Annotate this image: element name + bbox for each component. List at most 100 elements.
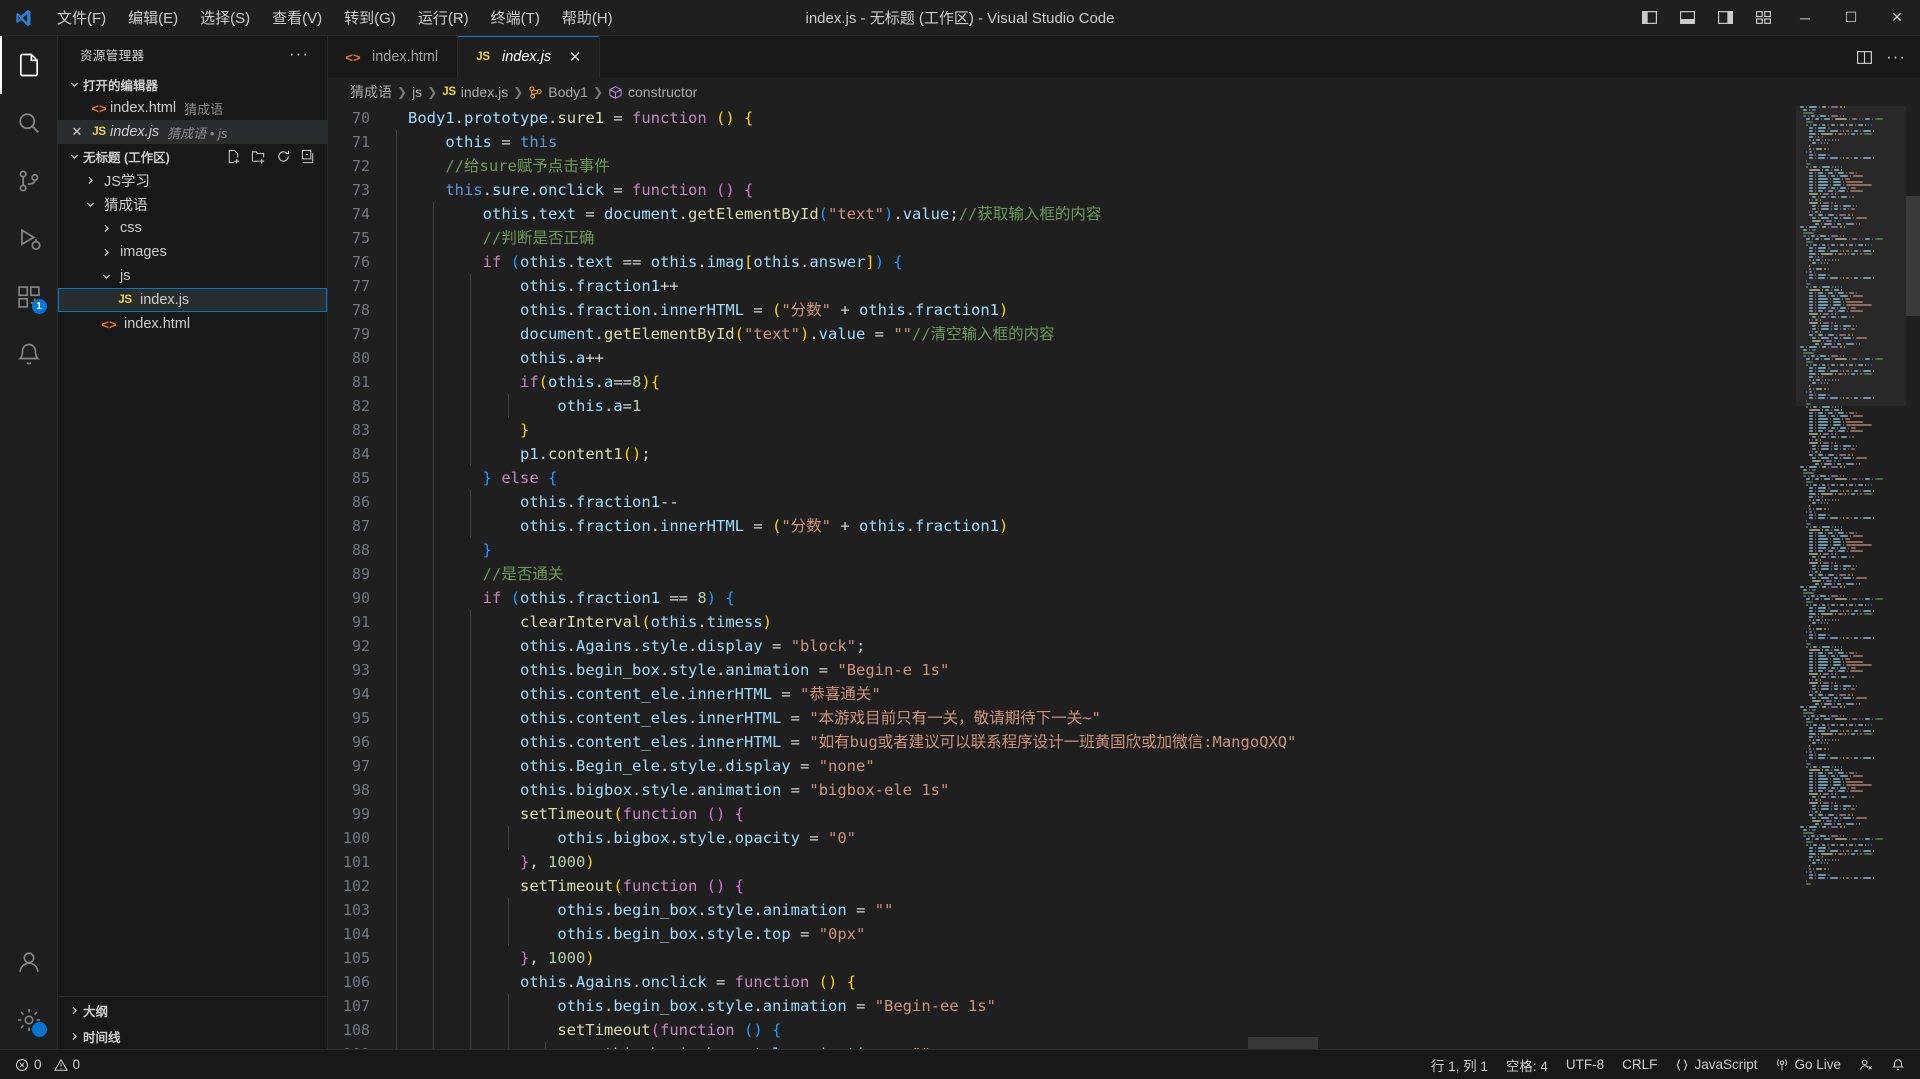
status-notifications[interactable] xyxy=(1882,1050,1914,1079)
tree-file-index-js[interactable]: JS index.js xyxy=(58,288,327,312)
line-content[interactable]: //判断是否正确 xyxy=(396,226,1920,250)
line-content[interactable]: setTimeout(function () { xyxy=(396,802,1920,826)
activity-bell[interactable] xyxy=(0,326,58,384)
code-line[interactable]: 100 othis.bigbox.style.opacity = "0" xyxy=(328,826,1920,850)
line-content[interactable]: othis.begin_box.style.animation = "Begin… xyxy=(396,994,1920,1018)
code-line[interactable]: 83 } xyxy=(328,418,1920,442)
line-content[interactable]: othis.Agains.style.display = "block"; xyxy=(396,634,1920,658)
toggle-secondary-sidebar-icon[interactable] xyxy=(1706,0,1744,35)
line-content[interactable]: }, 1000) xyxy=(396,946,1920,970)
line-content[interactable]: p1.content1(); xyxy=(396,442,1920,466)
line-content[interactable]: othis.fraction.innerHTML = ("分数" + othis… xyxy=(396,298,1920,322)
line-content[interactable]: document.getElementById("text").value = … xyxy=(396,322,1920,346)
new-file-icon[interactable] xyxy=(222,145,244,167)
breadcrumb-item-project[interactable]: 猜成语 xyxy=(350,82,392,102)
code-line[interactable]: 104 othis.begin_box.style.top = "0px" xyxy=(328,922,1920,946)
vertical-scrollbar-thumb[interactable] xyxy=(1906,196,1920,316)
collapse-all-icon[interactable] xyxy=(297,145,319,167)
tab-index-js[interactable]: JS index.js ✕ xyxy=(458,36,601,78)
code-line[interactable]: 106 othis.Agains.onclick = function () { xyxy=(328,970,1920,994)
section-timeline[interactable]: 时间线 xyxy=(58,1023,327,1049)
line-content[interactable]: } else { xyxy=(396,466,1920,490)
line-content[interactable]: othis.bigbox.style.opacity = "0" xyxy=(396,826,1920,850)
tree-folder-images[interactable]: images xyxy=(58,240,327,264)
open-editor-index-js[interactable]: ✕ JS index.js 猜成语 • js xyxy=(58,120,327,144)
code-line[interactable]: 91 clearInterval(othis.timess) xyxy=(328,610,1920,634)
status-remote-window[interactable] xyxy=(1850,1050,1882,1079)
menu-item-2[interactable]: 选择(S) xyxy=(189,0,261,35)
line-content[interactable]: othis.begin_box.style.animation = "Begin… xyxy=(396,658,1920,682)
horizontal-scrollbar-thumb[interactable] xyxy=(1248,1037,1318,1049)
line-content[interactable]: //是否通关 xyxy=(396,562,1920,586)
code-line[interactable]: 95 othis.content_eles.innerHTML = "本游戏目前… xyxy=(328,706,1920,730)
menu-bar[interactable]: 文件(F) 编辑(E) 选择(S) 查看(V) 转到(G) 运行(R) 终端(T) 帮助(H) xyxy=(46,0,624,35)
tree-file-index-html[interactable]: <> index.html xyxy=(58,312,327,336)
code-line[interactable]: 89 //是否通关 xyxy=(328,562,1920,586)
code-lines[interactable]: 70 Body1.prototype.sure1 = function () {7… xyxy=(328,106,1920,1049)
customize-layout-icon[interactable] xyxy=(1744,0,1782,35)
menu-item-3[interactable]: 查看(V) xyxy=(261,0,333,35)
code-line[interactable]: 84 p1.content1(); xyxy=(328,442,1920,466)
code-scroll-area[interactable]: 70 Body1.prototype.sure1 = function () {7… xyxy=(328,106,1920,1049)
code-line[interactable]: 74 othis.text = document.getElementById(… xyxy=(328,202,1920,226)
line-content[interactable]: othis.fraction.innerHTML = ("分数" + othis… xyxy=(396,514,1920,538)
activity-search[interactable] xyxy=(0,94,58,152)
activity-settings[interactable] xyxy=(0,991,58,1049)
new-folder-icon[interactable] xyxy=(247,145,269,167)
activity-extensions[interactable]: 1 xyxy=(0,268,58,326)
code-line[interactable]: 88 } xyxy=(328,538,1920,562)
code-line[interactable]: 78 othis.fraction.innerHTML = ("分数" + ot… xyxy=(328,298,1920,322)
breadcrumb-item-file[interactable]: JS index.js xyxy=(442,84,508,100)
status-encoding[interactable]: UTF-8 xyxy=(1557,1050,1613,1079)
code-line[interactable]: 94 othis.content_ele.innerHTML = "恭喜通关" xyxy=(328,682,1920,706)
activity-source-control[interactable] xyxy=(0,152,58,210)
code-line[interactable]: 75 //判断是否正确 xyxy=(328,226,1920,250)
line-content[interactable]: //给sure赋予点击事件 xyxy=(396,154,1920,178)
split-editor-icon[interactable] xyxy=(1850,43,1878,71)
minimap[interactable] xyxy=(1796,106,1906,1049)
activity-run-debug[interactable] xyxy=(0,210,58,268)
breadcrumb-item-class[interactable]: Body1 xyxy=(528,84,588,100)
tree-folder-caichengyu[interactable]: 猜成语 xyxy=(58,192,327,216)
minimize-button[interactable]: ─ xyxy=(1782,0,1828,36)
open-editor-close-icon[interactable]: ✕ xyxy=(66,124,88,140)
code-line[interactable]: 105 }, 1000) xyxy=(328,946,1920,970)
line-content[interactable]: othis = this xyxy=(396,130,1920,154)
code-line[interactable]: 72 //给sure赋予点击事件 xyxy=(328,154,1920,178)
toggle-primary-sidebar-icon[interactable] xyxy=(1630,0,1668,35)
activity-explorer[interactable] xyxy=(0,36,58,94)
menu-item-5[interactable]: 运行(R) xyxy=(407,0,480,35)
line-content[interactable]: othis.text = document.getElementById("te… xyxy=(396,202,1920,226)
code-line[interactable]: 87 othis.fraction.innerHTML = ("分数" + ot… xyxy=(328,514,1920,538)
section-outline[interactable]: 大纲 xyxy=(58,997,327,1023)
code-line[interactable]: 92 othis.Agains.style.display = "block"; xyxy=(328,634,1920,658)
line-content[interactable]: othis.bigbox.style.animation = "bigbox-e… xyxy=(396,778,1920,802)
code-line[interactable]: 77 othis.fraction1++ xyxy=(328,274,1920,298)
code-line[interactable]: 79 document.getElementById("text").value… xyxy=(328,322,1920,346)
code-line[interactable]: 97 othis.Begin_ele.style.display = "none… xyxy=(328,754,1920,778)
line-content[interactable]: othis.Begin_ele.style.display = "none" xyxy=(396,754,1920,778)
code-line[interactable]: 99 setTimeout(function () { xyxy=(328,802,1920,826)
line-content[interactable]: othis.fraction1++ xyxy=(396,274,1920,298)
status-indentation[interactable]: 空格: 4 xyxy=(1497,1050,1557,1079)
menu-item-6[interactable]: 终端(T) xyxy=(480,0,551,35)
open-editor-index-html[interactable]: <> index.html 猜成语 xyxy=(58,96,327,120)
menu-item-1[interactable]: 编辑(E) xyxy=(117,0,189,35)
code-line[interactable]: 98 othis.bigbox.style.animation = "bigbo… xyxy=(328,778,1920,802)
code-line[interactable]: 81 if(othis.a==8){ xyxy=(328,370,1920,394)
line-content[interactable]: } xyxy=(396,538,1920,562)
code-line[interactable]: 102 setTimeout(function () { xyxy=(328,874,1920,898)
line-content[interactable]: if (othis.text == othis.imag[othis.answe… xyxy=(396,250,1920,274)
section-open-editors[interactable]: 打开的编辑器 xyxy=(58,72,327,96)
line-content[interactable]: othis.content_eles.innerHTML = "本游戏目前只有一… xyxy=(396,706,1920,730)
line-content[interactable]: othis.a=1 xyxy=(396,394,1920,418)
menu-item-0[interactable]: 文件(F) xyxy=(46,0,117,35)
tree-folder-js-study[interactable]: JS学习 xyxy=(58,168,327,192)
code-line[interactable]: 82 othis.a=1 xyxy=(328,394,1920,418)
line-content[interactable]: }, 1000) xyxy=(396,850,1920,874)
line-content[interactable]: othis.fraction1-- xyxy=(396,490,1920,514)
maximize-button[interactable]: ☐ xyxy=(1828,0,1874,36)
code-line[interactable]: 71 othis = this xyxy=(328,130,1920,154)
section-workspace[interactable]: 无标题 (工作区) xyxy=(58,144,327,168)
toggle-panel-icon[interactable] xyxy=(1668,0,1706,35)
